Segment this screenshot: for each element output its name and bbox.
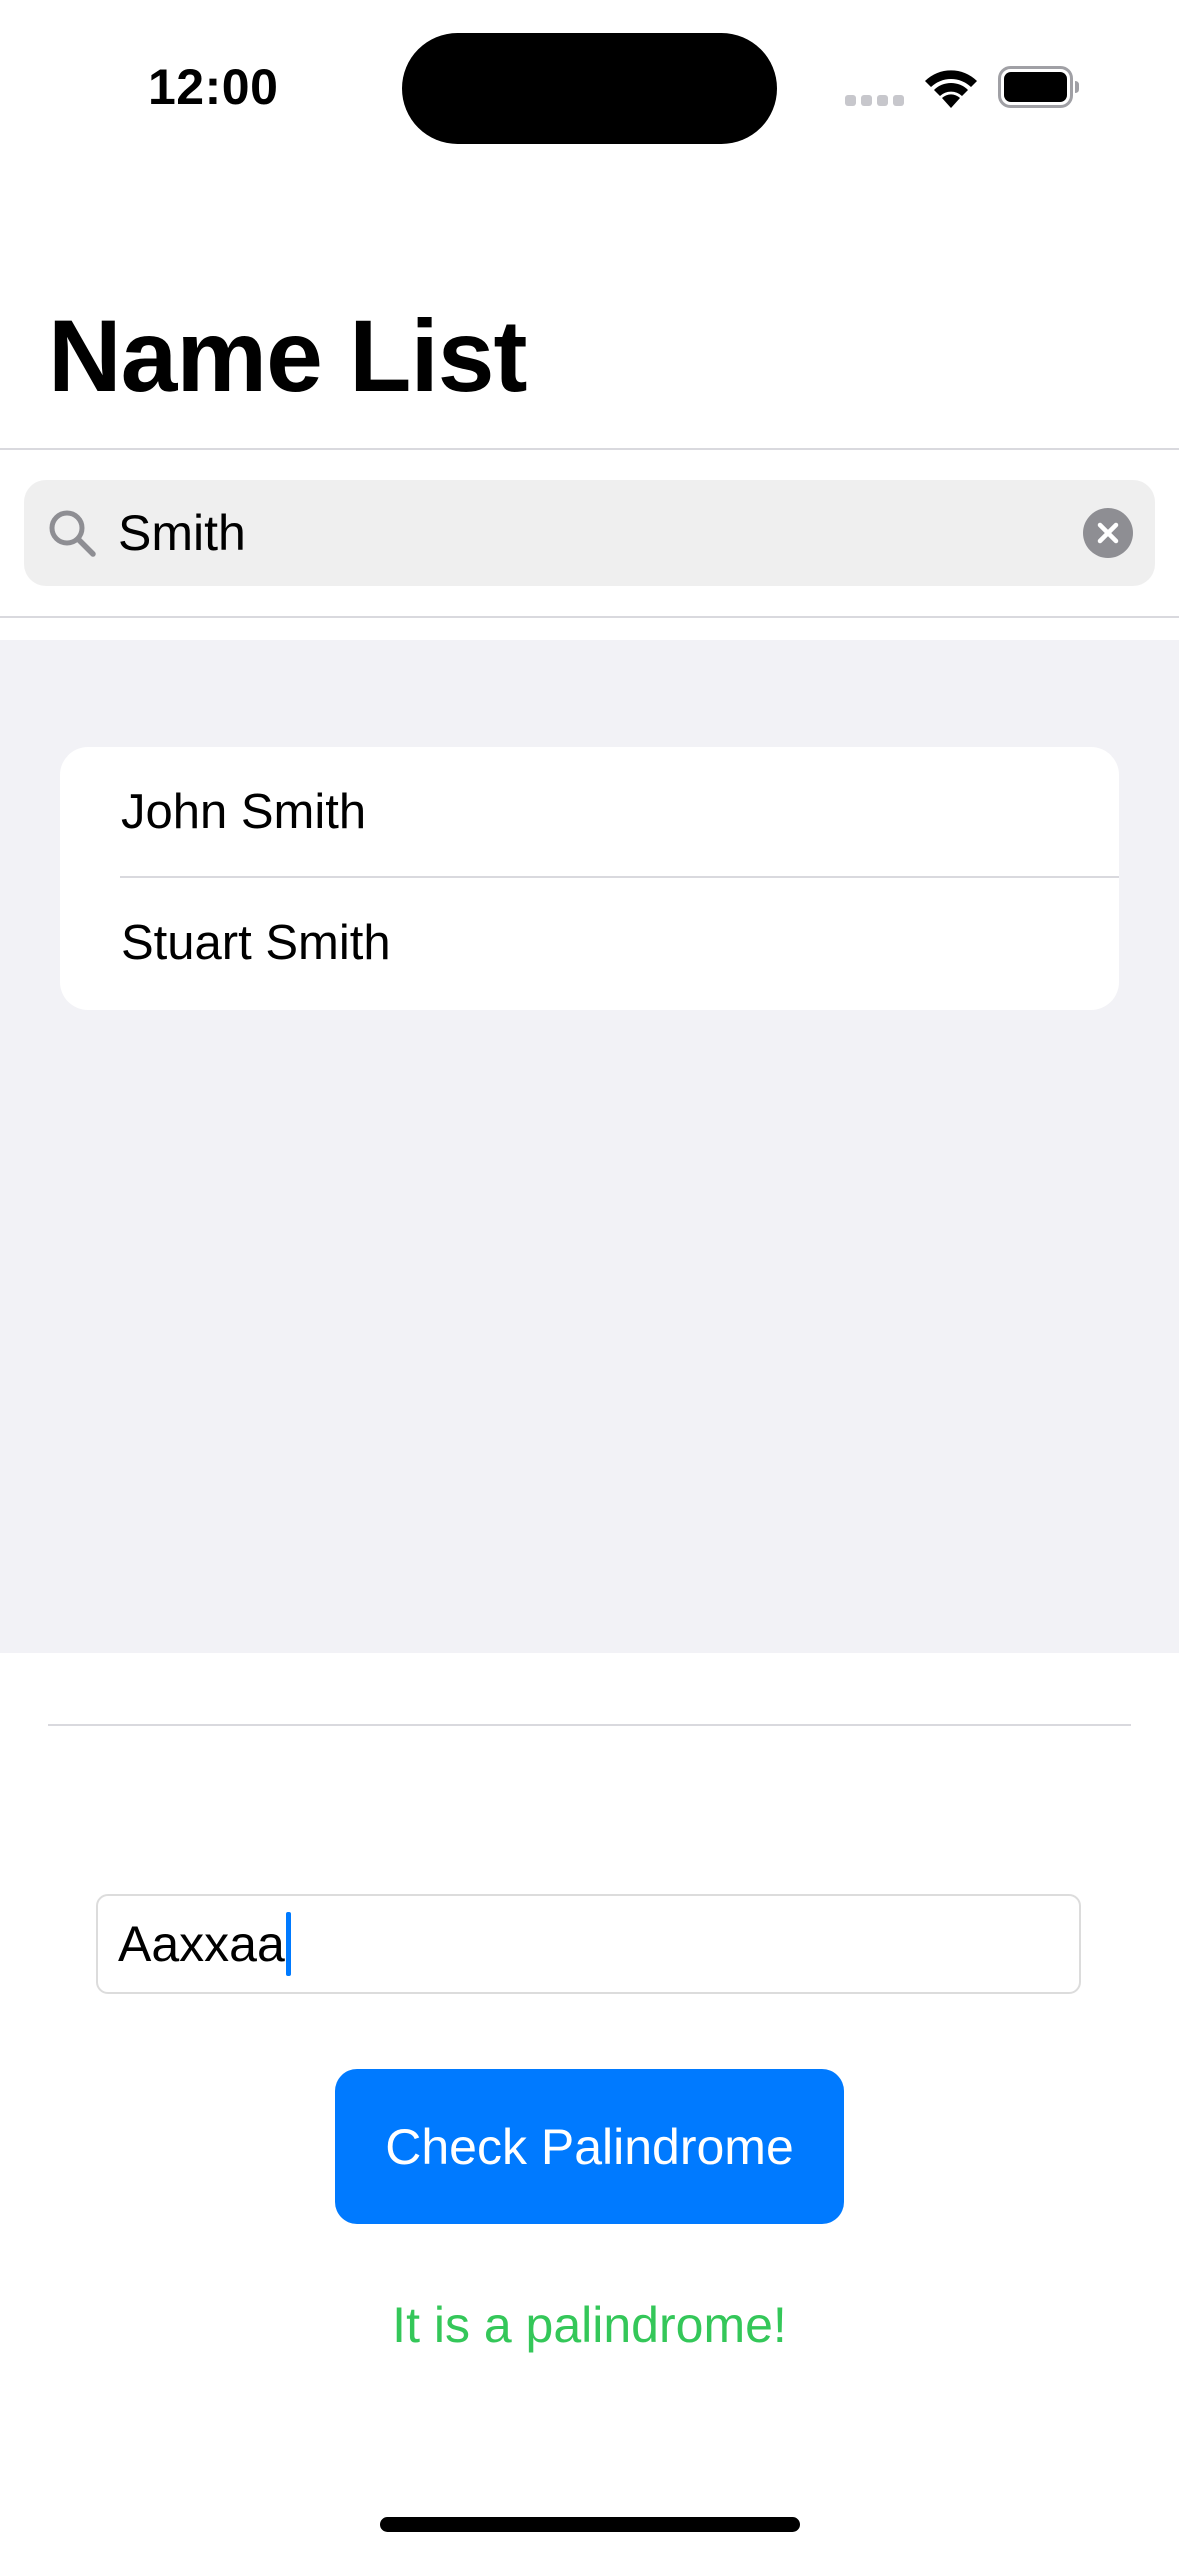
text-caret <box>285 1911 291 1976</box>
home-indicator[interactable] <box>380 2517 800 2532</box>
palindrome-input-text: Aaxxaa <box>118 1916 285 1972</box>
search-divider <box>0 616 1179 618</box>
section-divider <box>48 1724 1131 1726</box>
check-palindrome-button[interactable]: Check Palindrome <box>335 2069 844 2224</box>
status-time: 12:00 <box>148 59 279 115</box>
search-input[interactable] <box>118 480 1068 586</box>
signal-dots-icon <box>845 95 905 107</box>
clear-icon[interactable] <box>1083 508 1133 558</box>
battery-icon <box>998 66 1079 108</box>
dynamic-island <box>402 33 777 144</box>
list-item-label: John Smith <box>121 785 367 839</box>
list-item[interactable]: John Smith <box>60 747 1119 878</box>
list-item[interactable]: Stuart Smith <box>60 878 1119 1009</box>
nav-divider <box>0 448 1179 450</box>
results-list: John Smith Stuart Smith <box>60 747 1119 1010</box>
palindrome-input[interactable]: Aaxxaa <box>96 1894 1081 1994</box>
list-item-label: Stuart Smith <box>121 916 391 970</box>
search-icon <box>49 510 96 557</box>
wifi-icon <box>925 70 977 108</box>
palindrome-input-value: Aaxxaa <box>118 1896 291 1992</box>
page-title: Name List <box>48 299 527 413</box>
palindrome-result: It is a palindrome! <box>392 2297 787 2353</box>
clear-x-glyph <box>1097 522 1119 544</box>
search-bar[interactable] <box>24 480 1155 586</box>
